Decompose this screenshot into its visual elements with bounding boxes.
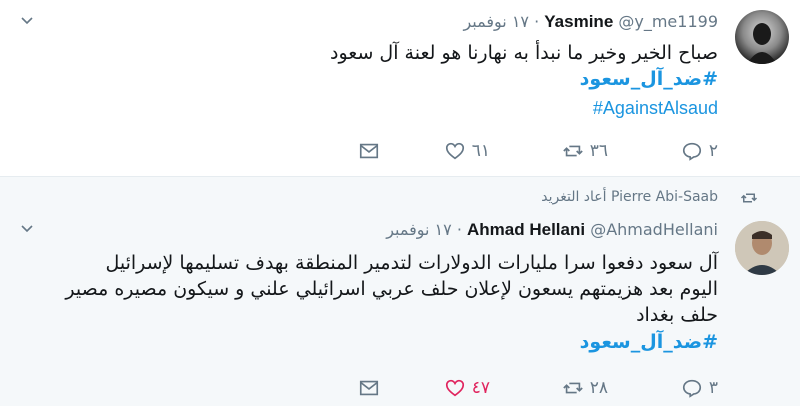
tweet-text: آل سعود دفعوا سرا مليارات الدولارات لتدم… — [65, 250, 718, 328]
tweet-text-line: صباح الخير وخير ما نبدأ به نهارنا هو لعن… — [330, 42, 718, 64]
tweet-date[interactable]: ١٧ نوفمبر — [386, 220, 452, 239]
reply-button[interactable]: ٢ — [681, 136, 718, 166]
heart-icon — [445, 142, 464, 160]
separator-dot: · — [456, 220, 462, 239]
retweet-icon — [562, 145, 583, 157]
retweet-count: ٢٨ — [589, 378, 608, 398]
tweet-text-line: آل سعود دفعوا سرا مليارات الدولارات لتدم… — [105, 252, 718, 274]
like-count: ٦١ — [471, 141, 490, 161]
separator-dot: · — [534, 12, 540, 31]
reply-count: ٢ — [708, 141, 718, 161]
avatar-image — [747, 23, 777, 64]
chevron-down-icon[interactable] — [20, 222, 34, 236]
author-handle[interactable]: @AhmadHellani — [590, 220, 718, 239]
hashtag-link[interactable]: #ضد_آل_سعود — [580, 331, 718, 353]
like-count: ٤٧ — [471, 378, 490, 398]
message-button[interactable] — [358, 373, 380, 403]
author-name[interactable]: Yasmine — [544, 12, 613, 31]
message-button[interactable] — [358, 136, 380, 166]
tweet-text-line: حلف بغداد — [636, 304, 718, 326]
tweet-actions: ٢ ٣٦ ٦١ — [0, 136, 800, 166]
reply-button[interactable]: ٣ — [681, 373, 718, 403]
author-name[interactable]: Ahmad Hellani — [467, 220, 585, 239]
tweet-header: Ahmad Hellani @AhmadHellani · ١٧ نوفمبر — [386, 220, 718, 240]
envelope-icon — [359, 380, 379, 396]
retweet-button[interactable]: ٢٨ — [562, 373, 608, 403]
reply-icon — [682, 142, 701, 161]
tweet-actions: ٣ ٢٨ ٤٧ — [0, 373, 800, 403]
tweet-header: Yasmine @y_me1199 · ١٧ نوفمبر — [463, 12, 718, 32]
tweet-date[interactable]: ١٧ نوفمبر — [463, 12, 529, 31]
heart-icon — [445, 379, 464, 397]
avatar[interactable] — [735, 10, 789, 64]
retweet-icon — [562, 382, 583, 394]
envelope-icon — [359, 143, 379, 159]
retweet-button[interactable]: ٣٦ — [562, 136, 608, 166]
chevron-down-icon[interactable] — [20, 14, 34, 28]
tweet-text: صباح الخير وخير ما نبدأ به نهارنا هو لعن… — [330, 40, 718, 66]
like-button[interactable]: ٤٧ — [444, 373, 490, 403]
avatar[interactable] — [735, 221, 789, 275]
tweet[interactable]: Pierre Abi-Saab أعاد التغريد Ahmad Hella… — [0, 177, 800, 406]
retweet-count: ٣٦ — [589, 141, 608, 161]
reply-count: ٣ — [708, 378, 718, 398]
hashtag-link[interactable]: #ضد_آل_سعود — [580, 68, 718, 90]
avatar-image — [735, 221, 789, 275]
tweet-text-line: اليوم بعد هزيمتهم يسعون لإعلان حلف عربي … — [65, 278, 718, 300]
like-button[interactable]: ٦١ — [444, 136, 490, 166]
reply-icon — [682, 379, 701, 398]
author-handle[interactable]: @y_me1199 — [618, 12, 718, 31]
retweet-icon — [740, 193, 758, 203]
tweet[interactable]: Yasmine @y_me1199 · ١٧ نوفمبر صباح الخير… — [0, 0, 800, 177]
hashtag-link[interactable]: #AgainstAlsaud — [593, 98, 718, 119]
retweeted-by[interactable]: Pierre Abi-Saab أعاد التغريد — [541, 189, 718, 205]
